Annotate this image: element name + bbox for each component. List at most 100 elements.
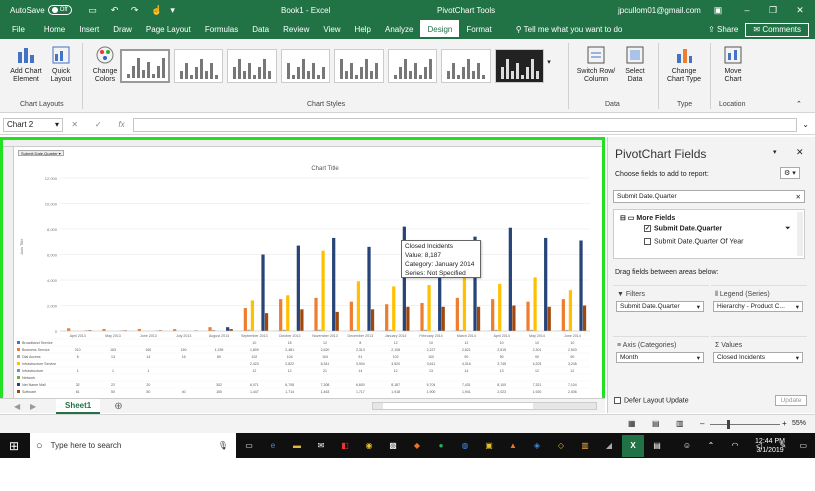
tab-format[interactable]: Format (459, 20, 498, 39)
edge-icon[interactable]: e (262, 435, 284, 457)
app-icon-2[interactable]: ◆ (406, 435, 428, 457)
chart-style-1[interactable] (120, 49, 170, 83)
app-icon-6[interactable]: ◈ (526, 435, 548, 457)
formula-input[interactable] (133, 117, 798, 132)
windows-start-icon[interactable]: ⊞ (9, 439, 19, 453)
save-icon[interactable]: ▭ (86, 3, 100, 17)
chart-style-5[interactable] (334, 49, 384, 83)
app-icon-8[interactable]: ▥ (574, 435, 596, 457)
minimize-icon[interactable]: – (740, 3, 754, 17)
people-icon[interactable]: ☺ (676, 435, 698, 457)
normal-view-icon[interactable]: ▦ (628, 419, 636, 428)
filters-field-pill[interactable]: Submit Date.Quarter ▾ (616, 301, 704, 312)
page-break-view-icon[interactable]: ▥ (676, 419, 684, 428)
zoom-in-icon[interactable]: + (782, 419, 787, 428)
field-list-scrollbar[interactable] (797, 212, 803, 256)
customize-qat-icon[interactable]: ▾ (166, 3, 180, 17)
tab-formulas[interactable]: Formulas (198, 20, 245, 39)
file-explorer-icon[interactable]: ▬ (286, 435, 308, 457)
worksheet-area[interactable]: Submit Date.Quarter ▾ Chart Title Axis Ti… (0, 137, 605, 413)
restore-icon[interactable]: ❐ (766, 3, 780, 17)
expand-formula-icon[interactable]: ⌄ (802, 120, 809, 129)
tab-home[interactable]: Home (37, 20, 72, 39)
select-data-button[interactable]: Select Data (621, 44, 649, 84)
more-fields-folder[interactable]: ⊟ ▭ More Fields (620, 214, 675, 222)
undo-icon[interactable]: ↶ (108, 3, 122, 17)
horizontal-scrollbar[interactable] (372, 402, 597, 410)
task-view-icon[interactable]: ▭ (238, 435, 260, 457)
sheet-tab-sheet1[interactable]: Sheet1 (56, 398, 101, 414)
autosave-toggle[interactable]: Off (47, 5, 72, 15)
app-icon-5[interactable]: ▲ (502, 435, 524, 457)
clock[interactable]: 12:44 PM 3/1/2019 (755, 437, 785, 455)
update-button[interactable]: Update (775, 395, 807, 406)
app-icon-9[interactable]: ◢ (598, 435, 620, 457)
settings-gear-icon[interactable]: ⚙ ▾ (780, 167, 800, 179)
notifications-icon[interactable]: ▭ (799, 441, 807, 450)
store-icon[interactable]: ◧ (334, 435, 356, 457)
tell-me-box[interactable]: ⚲ Tell me what you want to do (509, 20, 630, 39)
gallery-more-icon[interactable]: ▾ (544, 59, 554, 67)
quick-layout-button[interactable]: Quick Layout (46, 44, 76, 84)
add-chart-element-button[interactable]: Add Chart Element (6, 44, 46, 84)
network-icon[interactable]: ◠ (724, 435, 746, 457)
tab-help[interactable]: Help (348, 20, 378, 39)
chrome-icon[interactable]: ◉ (358, 435, 380, 457)
pane-options-icon[interactable]: ▾ (773, 148, 777, 156)
chart-style-7[interactable] (441, 49, 491, 83)
switch-row-column-button[interactable]: Switch Row/ Column (574, 44, 618, 84)
chart-style-2[interactable] (173, 49, 224, 83)
cancel-icon[interactable]: ✕ (71, 120, 78, 129)
name-box[interactable]: Chart 2 ▾ (3, 117, 63, 132)
fx-icon[interactable]: fx (118, 120, 124, 129)
user-account[interactable]: jpcullom01@gmail.com (618, 6, 701, 15)
chart-style-4[interactable] (280, 49, 331, 83)
redo-icon[interactable]: ↷ (128, 3, 142, 17)
tab-draw[interactable]: Draw (106, 20, 139, 39)
chart-style-6[interactable] (387, 49, 438, 83)
tab-review[interactable]: Review (276, 20, 316, 39)
app-icon-7[interactable]: ◇ (550, 435, 572, 457)
next-sheet-icon[interactable]: ▶ (30, 402, 36, 411)
spotify-icon[interactable]: ● (430, 435, 452, 457)
tab-design[interactable]: Design (420, 20, 460, 39)
values-field-pill[interactable]: Closed Incidents ▾ (713, 352, 803, 363)
zoom-level[interactable]: 55% (792, 420, 806, 427)
tab-file[interactable]: File (0, 20, 37, 39)
legend-field-pill[interactable]: Hierarchy - Product C... ▾ (713, 301, 803, 312)
pane-close-icon[interactable]: ✕ (796, 147, 804, 158)
move-chart-button[interactable]: Move Chart (716, 44, 750, 84)
zoom-out-icon[interactable]: – (700, 419, 704, 428)
field-submit-date-quarter[interactable]: ✓ Submit Date.Quarter (644, 225, 722, 232)
close-icon[interactable]: ✕ (793, 3, 807, 17)
zoom-slider[interactable] (710, 420, 780, 429)
change-chart-type-button[interactable]: Change Chart Type (664, 44, 704, 84)
comments-button[interactable]: ✉ Comments (745, 22, 809, 37)
taskbar-search[interactable]: ○ Type here to search 🎙 (30, 433, 236, 458)
tab-page-layout[interactable]: Page Layout (139, 20, 198, 39)
chart-style-3[interactable] (227, 49, 277, 83)
share-button[interactable]: ⇪ Share (701, 20, 745, 39)
enter-icon[interactable]: ✓ (95, 120, 102, 129)
touch-mode-icon[interactable]: ☝ (150, 3, 164, 17)
field-submit-date-quarter-of-year[interactable]: Submit Date.Quarter Of Year (644, 238, 744, 245)
pivot-chart[interactable]: Submit Date.Quarter ▾ Chart Title Axis Ti… (15, 148, 595, 403)
field-search-input[interactable]: Submit Date.Quarter ✕ (613, 190, 805, 203)
ribbon-display-icon[interactable]: ▣ (711, 3, 725, 17)
axis-field-pill[interactable]: Month ▾ (616, 352, 704, 363)
collapse-ribbon-icon[interactable]: ⌃ (796, 101, 802, 109)
app-icon-10[interactable]: ▤ (646, 435, 668, 457)
filter-field-button[interactable]: Submit Date.Quarter ▾ (18, 150, 64, 156)
tab-data[interactable]: Data (245, 20, 276, 39)
add-sheet-icon[interactable]: ⊕ (114, 401, 122, 412)
tray-chevron-icon[interactable]: ⌃ (700, 435, 722, 457)
page-layout-view-icon[interactable]: ▤ (652, 419, 660, 428)
prev-sheet-icon[interactable]: ◀ (14, 402, 20, 411)
tab-analyze[interactable]: Analyze (378, 20, 420, 39)
defer-layout-checkbox[interactable]: Defer Layout Update (614, 397, 689, 404)
change-colors-button[interactable]: Change Colors (88, 44, 122, 84)
tab-view[interactable]: View (316, 20, 347, 39)
app-icon-4[interactable]: ▣ (478, 435, 500, 457)
excel-taskbar-icon[interactable]: X (622, 434, 644, 457)
mail-icon[interactable]: ✉ (310, 435, 332, 457)
